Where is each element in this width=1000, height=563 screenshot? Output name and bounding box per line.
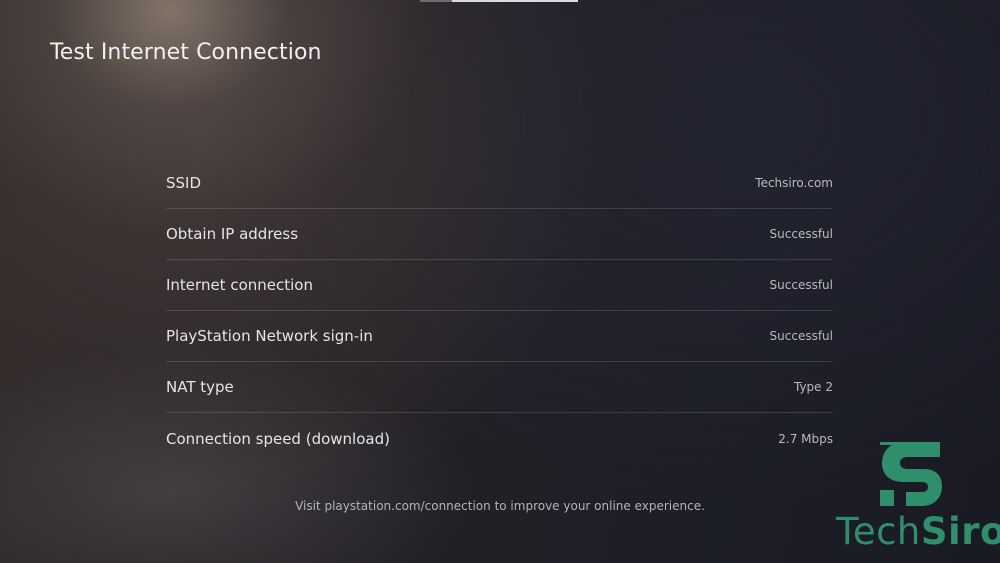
result-label: SSID bbox=[166, 174, 202, 192]
result-row-internet-connection: Internet connection Successful bbox=[166, 260, 833, 311]
result-value: Type 2 bbox=[793, 380, 833, 394]
techsiro-logo-icon bbox=[880, 442, 942, 506]
result-value: Techsiro.com bbox=[755, 176, 833, 190]
result-value: Successful bbox=[769, 278, 833, 292]
tab-indicator-inactive bbox=[420, 0, 452, 2]
techsiro-wordmark: TechSiro bbox=[836, 510, 1000, 553]
top-tab-indicator bbox=[420, 0, 580, 2]
page-title: Test Internet Connection bbox=[50, 40, 322, 65]
result-row-nat-type: NAT type Type 2 bbox=[166, 362, 833, 413]
result-label: Obtain IP address bbox=[166, 225, 299, 243]
result-row-psn-sign-in: PlayStation Network sign-in Successful bbox=[166, 311, 833, 362]
result-label: Internet connection bbox=[166, 276, 313, 294]
result-row-ssid: SSID Techsiro.com bbox=[166, 158, 833, 209]
result-label: PlayStation Network sign-in bbox=[166, 327, 373, 345]
tab-indicator-active bbox=[452, 0, 578, 2]
result-row-connection-speed: Connection speed (download) 2.7 Mbps bbox=[166, 413, 833, 464]
result-value: Successful bbox=[769, 227, 833, 241]
result-value: 2.7 Mbps bbox=[778, 431, 833, 446]
result-label: Connection speed (download) bbox=[166, 429, 390, 448]
result-value: Successful bbox=[769, 329, 833, 343]
result-label: NAT type bbox=[166, 378, 234, 396]
wordmark-part-siro: Siro bbox=[920, 510, 1000, 553]
wordmark-part-tech: Tech bbox=[836, 510, 921, 553]
techsiro-watermark: TechSiro bbox=[836, 442, 1000, 556]
connection-test-results: SSID Techsiro.com Obtain IP address Succ… bbox=[166, 158, 833, 464]
result-row-ip-address: Obtain IP address Successful bbox=[166, 209, 833, 260]
